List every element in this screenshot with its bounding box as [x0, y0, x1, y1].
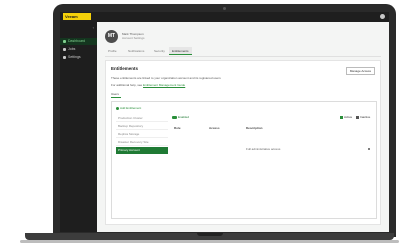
tab-entitlements[interactable]: Entitlements [169, 47, 192, 55]
main-content: MT Mark Thompson Account Settings Profil… [97, 22, 389, 232]
sidebar-item-label: Settings [68, 55, 81, 59]
legend-label: Active [344, 115, 353, 119]
settings-icon [63, 56, 66, 59]
tab-divider [105, 56, 381, 57]
list-item[interactable]: Disaster Recovery Site [116, 139, 168, 146]
chevron-left-icon[interactable]: ‹ [93, 25, 94, 30]
status-label: Enabled [178, 115, 190, 119]
card-title: Entitlements [111, 66, 139, 71]
app-topbar: Veeam [60, 12, 389, 22]
user-subtitle: Account Settings [122, 36, 145, 40]
list-item[interactable]: Replica Storage [116, 131, 168, 138]
add-entitlement-button[interactable]: Add Entitlement [116, 106, 141, 110]
manage-access-button[interactable]: Manage Access [345, 67, 375, 75]
entitlement-panel: Add Entitlement Production Cluster Backu… [111, 101, 377, 219]
sidebar: ‹ Dashboard Jobs Settings [60, 22, 97, 232]
settings-icon[interactable] [380, 14, 385, 19]
laptop-bezel: Veeam ‹ Dashboard Jobs Settings MT Mark … [53, 4, 396, 237]
sidebar-item-settings[interactable]: Settings [60, 54, 97, 61]
tab-security[interactable]: Security [151, 47, 168, 55]
camera-icon [223, 7, 226, 10]
plus-icon [116, 106, 119, 110]
help-prefix: For additional help, see [111, 83, 143, 87]
laptop-base [25, 233, 394, 240]
legend-swatch [356, 115, 359, 119]
jobs-icon [63, 48, 66, 51]
info-text: These entitlements are linked to your or… [111, 76, 221, 80]
screen: Veeam ‹ Dashboard Jobs Settings MT Mark … [60, 12, 389, 232]
guide-link[interactable]: Entitlement Management Guide [143, 83, 185, 87]
sidebar-item-jobs[interactable]: Jobs [60, 46, 97, 53]
sidebar-item-label: Jobs [68, 47, 76, 51]
row-menu-icon[interactable] [368, 148, 370, 150]
toggle-icon [172, 115, 177, 119]
status-toggle[interactable]: Enabled [172, 115, 189, 119]
section-label: Users [111, 92, 119, 96]
table-cell: Full administrative access [246, 147, 281, 151]
legend-inactive: Inactive [356, 115, 370, 119]
dashboard-icon [63, 40, 66, 43]
tab-profile[interactable]: Profile [105, 47, 120, 55]
laptop-notch [197, 233, 223, 236]
column-header-description: Description [246, 126, 263, 130]
help-line: For additional help, see Entitlement Man… [111, 83, 185, 87]
legend-swatch [340, 115, 343, 119]
sidebar-item-dashboard[interactable]: Dashboard [60, 38, 97, 45]
column-header-role: Role [174, 126, 181, 130]
avatar: MT [105, 30, 118, 43]
veeam-logo: Veeam [63, 13, 91, 20]
column-header-access: Access [209, 126, 220, 130]
legend-label: Inactive [360, 115, 371, 119]
section-underline [111, 97, 121, 98]
tab-notifications[interactable]: Notifications [125, 47, 147, 55]
add-label: Add Entitlement [120, 106, 142, 110]
legend-active: Active [340, 115, 352, 119]
list-item-selected[interactable]: Primary Account [116, 147, 168, 154]
list-item[interactable]: Backup Repository [116, 123, 168, 130]
list-item[interactable]: Production Cluster [116, 115, 168, 122]
entitlements-card: Entitlements Manage Access These entitle… [105, 60, 381, 225]
laptop-shadow [20, 240, 399, 243]
sidebar-item-label: Dashboard [68, 39, 86, 43]
